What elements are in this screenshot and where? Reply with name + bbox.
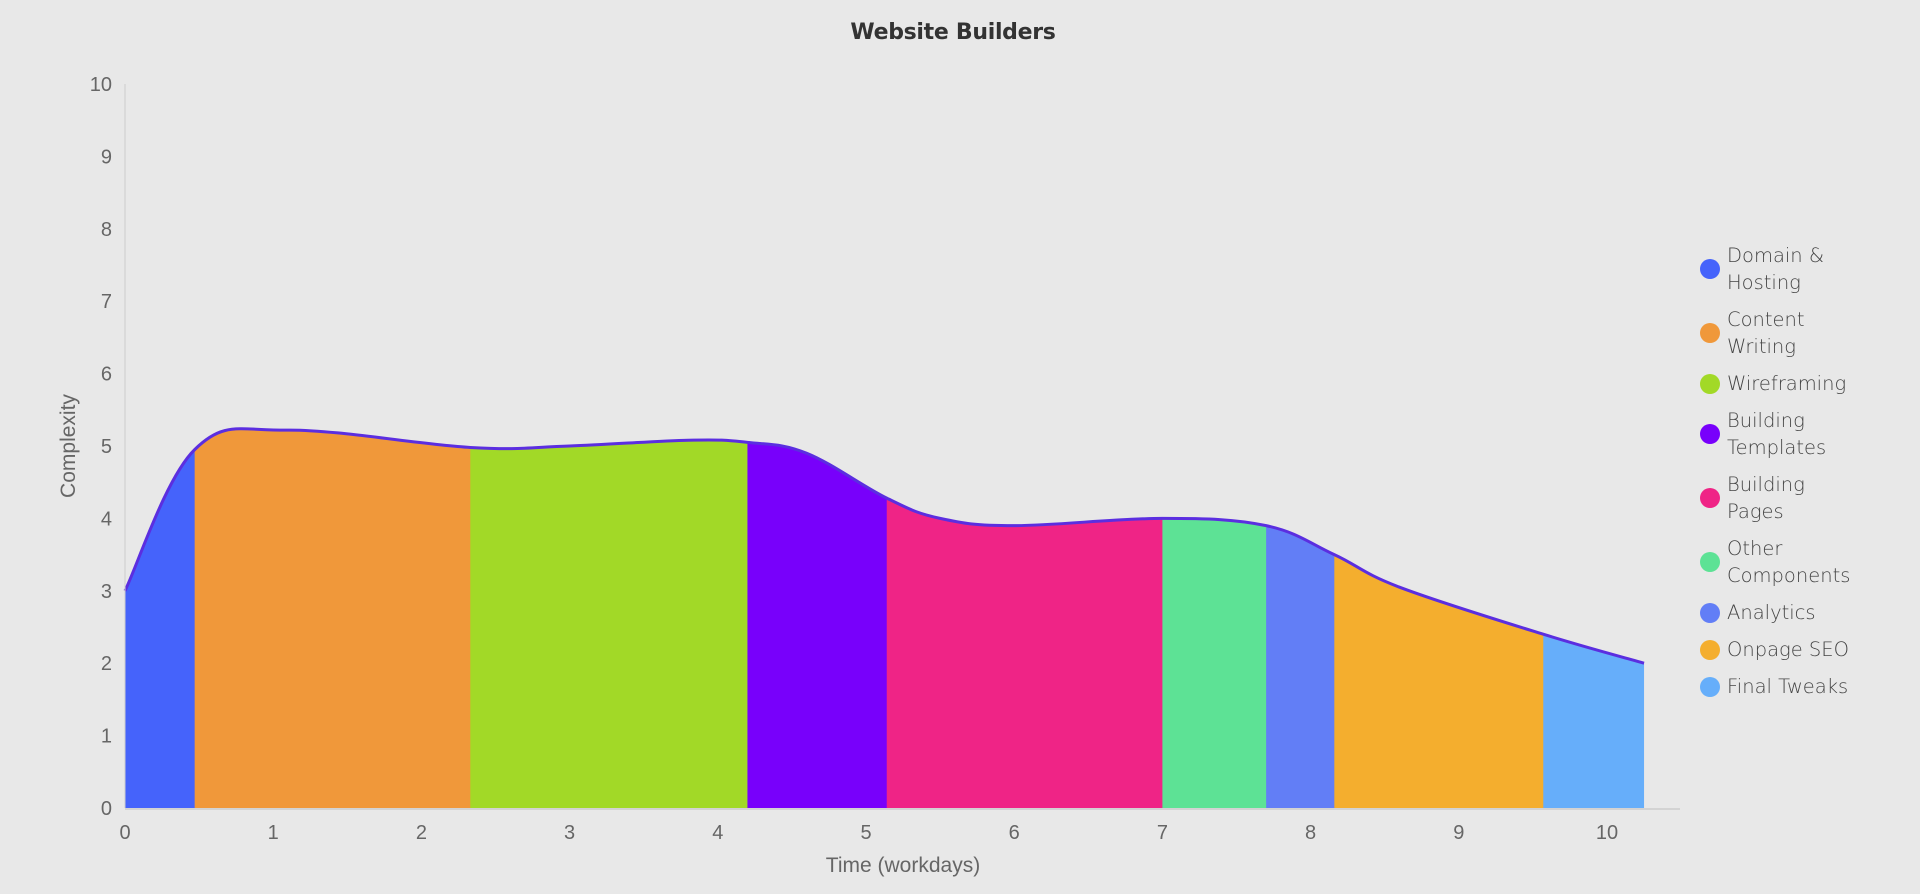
y-tick-label: 1: [101, 726, 112, 748]
y-tick-label: 6: [101, 364, 112, 386]
legend-label: Onpage SEO: [1727, 638, 1849, 661]
legend-label: Building Templates: [1727, 409, 1827, 459]
legend-item[interactable]: Building Pages: [1700, 471, 1920, 525]
area-segment-domain-hosting[interactable]: [125, 60, 196, 808]
legend-label: Building Pages: [1727, 473, 1805, 523]
chart-plot-area: 0 1 2 3 4 5 6 7 8 9 10 0 1 2 3 4 5 6 7 8 9 10 Time (workdays…: [57, 60, 1680, 877]
legend-color-dot-icon: [1700, 323, 1720, 343]
legend-label: Wireframing: [1727, 372, 1847, 395]
legend-color-dot-icon: [1700, 639, 1720, 660]
legend-item[interactable]: Analytics: [1700, 599, 1920, 626]
x-tick-label: 9: [1453, 822, 1464, 844]
legend-label: Content Writing: [1727, 308, 1805, 358]
legend-color-dot-icon: [1700, 552, 1720, 572]
legend-item[interactable]: Content Writing: [1700, 306, 1920, 360]
legend-color-dot-icon: [1700, 488, 1720, 508]
legend-color-dot-icon: [1700, 676, 1720, 697]
legend-color-dot-icon: [1700, 602, 1720, 623]
x-tick-label: 1: [268, 822, 279, 844]
legend-item[interactable]: Final Tweaks: [1700, 673, 1920, 700]
y-tick-label: 7: [101, 291, 112, 313]
y-tick-label: 5: [101, 436, 112, 458]
legend-label: Other Components: [1727, 537, 1851, 587]
y-tick-label: 4: [101, 508, 112, 530]
x-tick-label: 8: [1305, 822, 1316, 844]
x-tick-label: 4: [712, 822, 723, 844]
area-segment-building-templates[interactable]: [747, 60, 888, 808]
x-tick-label: 5: [860, 822, 871, 844]
legend-label: Final Tweaks: [1727, 675, 1849, 698]
legend-item[interactable]: Onpage SEO: [1700, 636, 1920, 663]
legend-item[interactable]: Building Templates: [1700, 407, 1920, 461]
x-tick-labels: 0 1 2 3 4 5 6 7 8 9 10: [119, 822, 1618, 844]
area-segment-final-tweaks[interactable]: [1543, 60, 1645, 808]
legend-label: Analytics: [1727, 601, 1816, 624]
legend-label: Domain & Hosting: [1727, 244, 1825, 294]
legend-color-dot-icon: [1700, 424, 1720, 444]
x-tick-label: 10: [1596, 822, 1618, 844]
x-tick-label: 6: [1009, 822, 1020, 844]
y-tick-label: 3: [101, 581, 112, 603]
y-tick-label: 8: [101, 219, 112, 241]
x-axis-label: Time (workdays): [826, 854, 980, 877]
x-tick-label: 2: [416, 822, 427, 844]
y-tick-label: 9: [101, 146, 112, 168]
legend-item[interactable]: Domain & Hosting: [1700, 242, 1920, 296]
y-tick-label: 2: [101, 653, 112, 675]
area-segment-other-components[interactable]: [1162, 60, 1267, 808]
y-tick-labels: 0 1 2 3 4 5 6 7 8 9 10: [90, 74, 112, 820]
x-tick-label: 3: [564, 822, 575, 844]
area-segment-onpage-seo[interactable]: [1334, 60, 1544, 808]
x-tick-label: 0: [119, 822, 130, 844]
area-segment-building-pages[interactable]: [886, 60, 1163, 808]
legend-item[interactable]: Other Components: [1700, 535, 1920, 589]
legend-color-dot-icon: [1700, 373, 1720, 394]
y-tick-label: 10: [90, 74, 112, 96]
area-segment-wireframing[interactable]: [470, 60, 748, 808]
area-segment-analytics[interactable]: [1266, 60, 1335, 808]
legend-color-dot-icon: [1700, 259, 1720, 279]
legend-item[interactable]: Wireframing: [1700, 370, 1920, 397]
y-tick-label: 0: [101, 798, 112, 820]
legend: Domain & Hosting Content Writing Wireframi…: [1700, 242, 1920, 710]
x-tick-label: 7: [1157, 822, 1168, 844]
y-axis-label: Complexity: [57, 394, 80, 498]
